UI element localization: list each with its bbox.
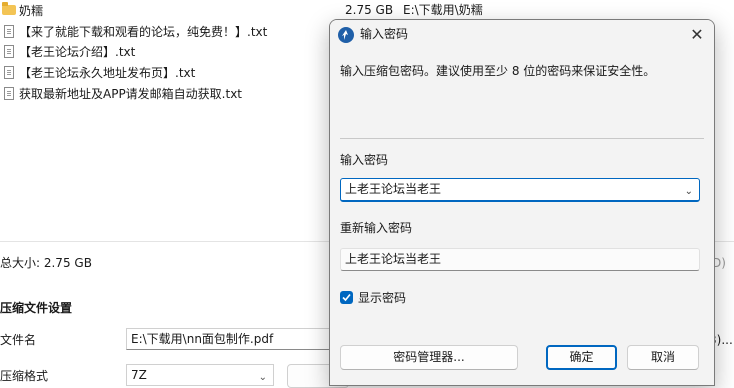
list-item[interactable]: 【老王论坛介绍】.txt bbox=[0, 41, 135, 61]
chevron-down-icon: ⌄ bbox=[258, 372, 267, 383]
checkmark-icon bbox=[342, 293, 351, 301]
section-title: 压缩文件设置 bbox=[0, 301, 73, 315]
show-password-checkbox[interactable] bbox=[340, 290, 353, 304]
divider bbox=[340, 138, 704, 139]
list-item[interactable]: 【老王论坛永久地址发布页】.txt bbox=[0, 62, 195, 82]
format-value: 7Z bbox=[131, 368, 147, 382]
file-name: 奶糯 bbox=[19, 3, 44, 18]
password-label: 输入密码 bbox=[340, 153, 389, 167]
list-item[interactable]: 奶糯 bbox=[0, 0, 43, 20]
reenter-password-input[interactable]: 上老王论坛当老王 bbox=[340, 248, 700, 271]
file-name: 【老王论坛永久地址发布页】.txt bbox=[19, 65, 196, 80]
file-name: 【来了就能下载和观看的论坛，纯免费！】.txt bbox=[19, 24, 268, 39]
total-size: 总大小: 2.75 GB bbox=[0, 256, 92, 270]
close-icon[interactable]: ✕ bbox=[680, 20, 714, 49]
text-file-icon bbox=[2, 44, 16, 58]
list-item[interactable]: 【来了就能下载和观看的论坛，纯免费！】.txt bbox=[0, 21, 267, 41]
reenter-password-label: 重新输入密码 bbox=[340, 221, 413, 235]
text-file-icon bbox=[2, 24, 16, 38]
dialog-description: 输入压缩包密码。建议使用至少 8 位的密码来保证安全性。 bbox=[340, 64, 656, 78]
password-input[interactable]: 上老王论坛当老王 ⌄ bbox=[340, 178, 700, 202]
file-name: 获取最新地址及APP请发邮箱自动获取.txt bbox=[19, 86, 243, 101]
cancel-button[interactable]: 取消 bbox=[627, 345, 699, 370]
filename-label: 文件名 bbox=[0, 333, 37, 347]
file-size: 2.75 GB bbox=[345, 3, 394, 17]
password-manager-button[interactable]: 密码管理器... bbox=[340, 345, 518, 370]
dialog-title: 输入密码 bbox=[360, 27, 409, 41]
app-logo-icon bbox=[338, 27, 354, 43]
show-password-checkbox-row[interactable]: 显示密码 bbox=[340, 289, 406, 305]
ok-button[interactable]: 确定 bbox=[546, 345, 617, 370]
list-item[interactable]: 获取最新地址及APP请发邮箱自动获取.txt bbox=[0, 83, 242, 103]
text-file-icon bbox=[2, 65, 16, 79]
file-path: E:\下载用\奶糯 bbox=[403, 3, 483, 17]
text-file-icon bbox=[2, 86, 16, 100]
chevron-down-icon[interactable]: ⌄ bbox=[685, 181, 693, 202]
password-dialog: 输入密码 ✕ 输入压缩包密码。建议使用至少 8 位的密码来保证安全性。 输入密码… bbox=[329, 19, 715, 386]
dialog-titlebar[interactable]: 输入密码 ✕ bbox=[330, 20, 714, 49]
password-value: 上老王论坛当老王 bbox=[345, 182, 442, 196]
format-label: 压缩格式 bbox=[0, 369, 49, 383]
filename-input[interactable]: E:\下载用\nn面包制作.pdf bbox=[126, 328, 356, 350]
file-name: 【老王论坛介绍】.txt bbox=[19, 44, 136, 59]
show-password-label: 显示密码 bbox=[358, 290, 407, 305]
folder-icon bbox=[2, 2, 16, 17]
format-select[interactable]: 7Z ⌄ bbox=[126, 364, 274, 386]
